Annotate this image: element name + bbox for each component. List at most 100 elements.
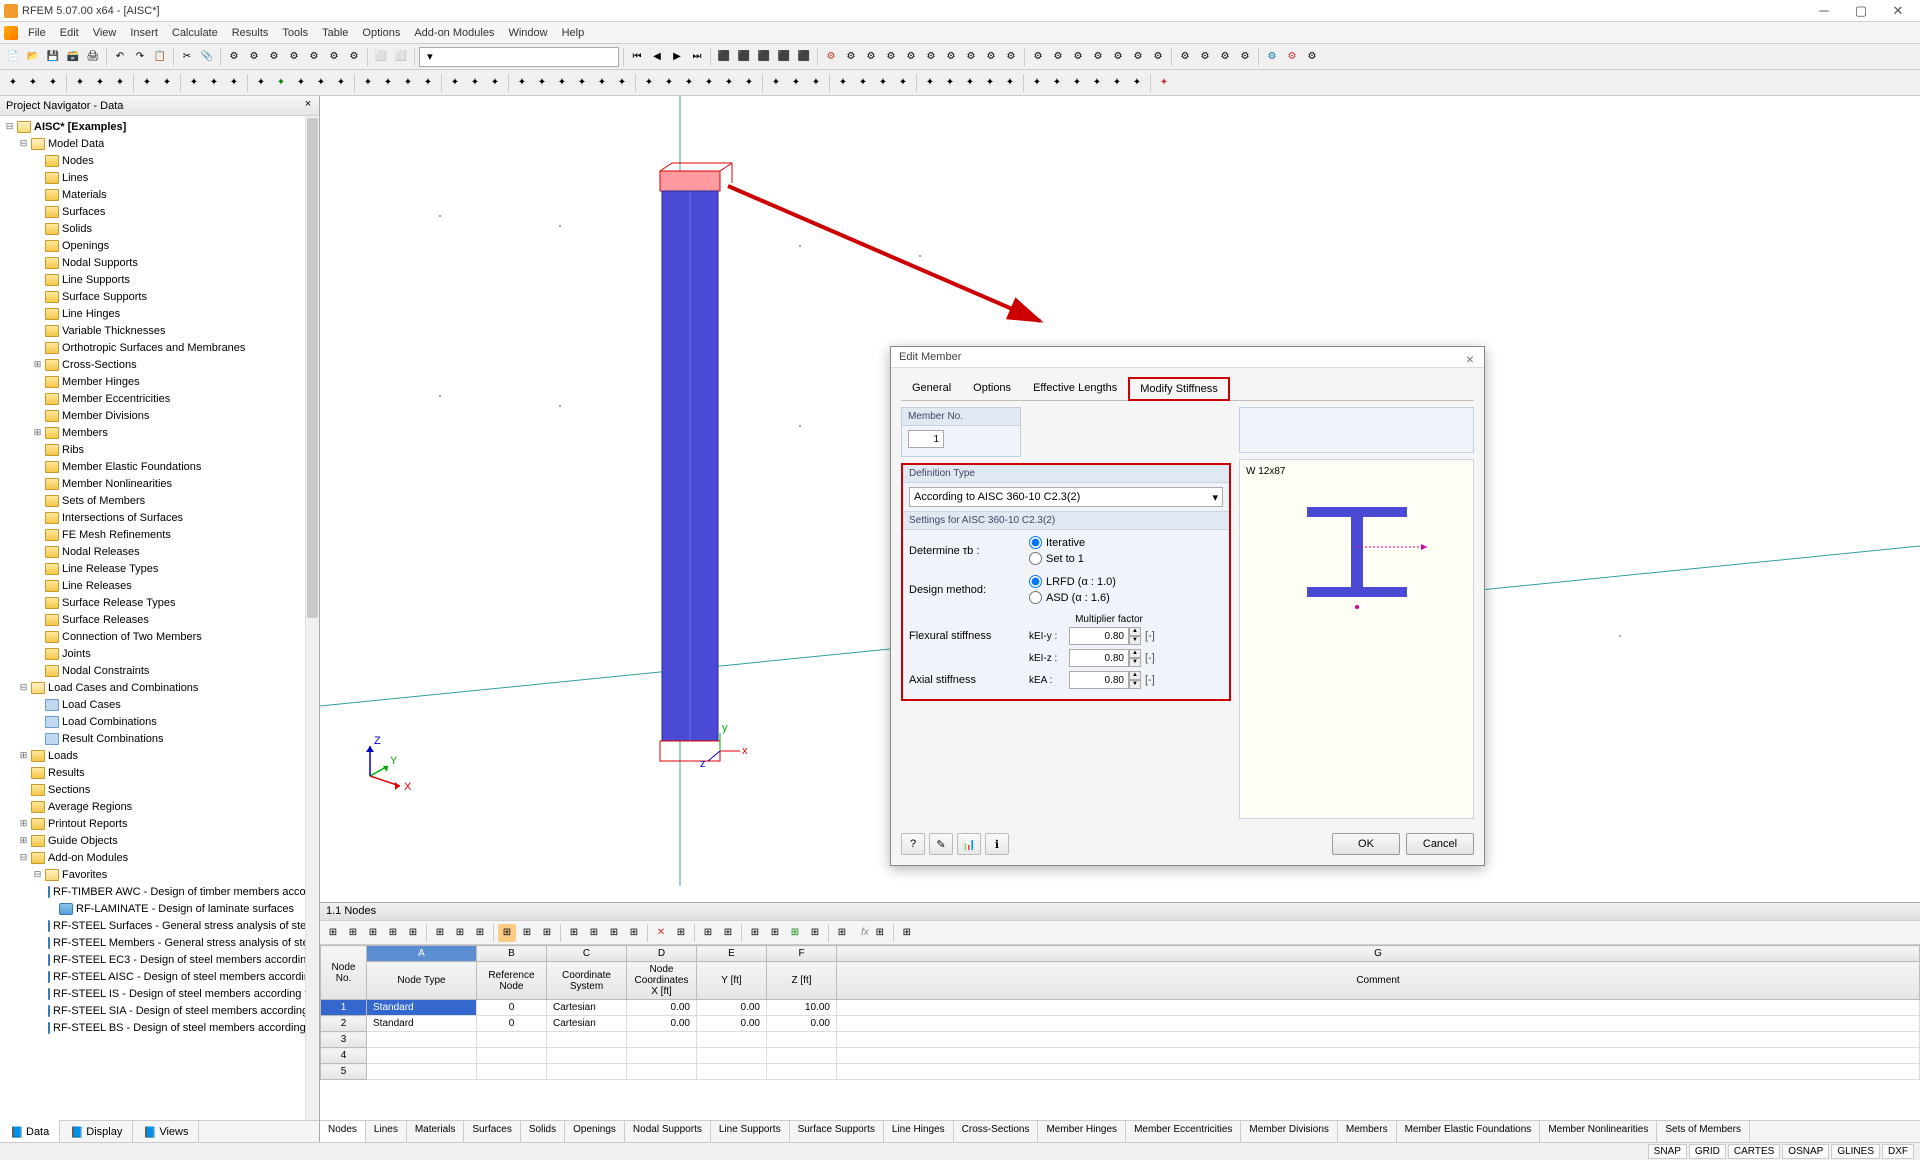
t2-d[interactable]: ✦ bbox=[71, 74, 89, 92]
spin-up-icon[interactable]: ▲ bbox=[1129, 627, 1141, 636]
radio-iterative[interactable] bbox=[1029, 536, 1042, 549]
statusbar-item[interactable]: OSNAP bbox=[1782, 1144, 1829, 1159]
t2-i[interactable]: ✦ bbox=[185, 74, 203, 92]
nav-tab-display[interactable]: 📘Display bbox=[60, 1121, 133, 1142]
expander-icon[interactable]: ⊟ bbox=[32, 869, 43, 880]
tool-b[interactable]: ⚙ bbox=[245, 48, 263, 66]
tree-item[interactable]: RF-STEEL SIA - Design of steel members a… bbox=[0, 1002, 319, 1019]
keiy-input[interactable] bbox=[1069, 627, 1129, 645]
tree-item[interactable]: ⊞Members bbox=[0, 424, 319, 441]
t2-an[interactable]: ✦ bbox=[854, 74, 872, 92]
tree-item[interactable]: RF-LAMINATE - Design of laminate surface… bbox=[0, 900, 319, 917]
expander-icon[interactable] bbox=[32, 512, 43, 523]
tool-s[interactable]: ⚙ bbox=[1002, 48, 1020, 66]
statusbar-item[interactable]: CARTES bbox=[1728, 1144, 1780, 1159]
nav-next[interactable]: ▶ bbox=[668, 48, 686, 66]
tree-item[interactable]: Member Eccentricities bbox=[0, 390, 319, 407]
menu-options[interactable]: Options bbox=[355, 24, 407, 42]
cancel-button[interactable]: Cancel bbox=[1406, 833, 1474, 855]
table-tab[interactable]: Cross-Sections bbox=[954, 1121, 1039, 1142]
tool-f[interactable]: ⚙ bbox=[325, 48, 343, 66]
radio-lrfd[interactable] bbox=[1029, 575, 1042, 588]
t2-r[interactable]: ✦ bbox=[379, 74, 397, 92]
t2-ab[interactable]: ✦ bbox=[593, 74, 611, 92]
tt-i[interactable]: ⊞ bbox=[498, 924, 516, 942]
t2-aq[interactable]: ✦ bbox=[921, 74, 939, 92]
table-row[interactable]: 1Standard0Cartesian0.000.0010.00 bbox=[321, 1000, 1920, 1016]
tool-ab[interactable]: ⚙ bbox=[1196, 48, 1214, 66]
tree-item[interactable]: ⊞Printout Reports bbox=[0, 815, 319, 832]
tool-n[interactable]: ⚙ bbox=[902, 48, 920, 66]
expander-icon[interactable]: ⊞ bbox=[18, 835, 29, 846]
expander-icon[interactable] bbox=[32, 614, 43, 625]
t2-at[interactable]: ✦ bbox=[981, 74, 999, 92]
tree-item[interactable]: Average Regions bbox=[0, 798, 319, 815]
print-icon[interactable]: 🖨 bbox=[84, 48, 102, 66]
t2-c[interactable]: ✦ bbox=[44, 74, 62, 92]
tool-l[interactable]: ⚙ bbox=[862, 48, 880, 66]
table-tab[interactable]: Members bbox=[1338, 1121, 1397, 1142]
radio-set-to-1[interactable] bbox=[1029, 552, 1042, 565]
nav-prev[interactable]: ◀ bbox=[648, 48, 666, 66]
tool-h[interactable]: ⬜ bbox=[372, 48, 390, 66]
t2-a[interactable]: ✦ bbox=[4, 74, 22, 92]
tt-h[interactable]: ⊞ bbox=[471, 924, 489, 942]
menu-view[interactable]: View bbox=[86, 24, 124, 42]
table-tab[interactable]: Nodes bbox=[320, 1121, 366, 1142]
tree-item[interactable]: Nodal Releases bbox=[0, 543, 319, 560]
t2-af[interactable]: ✦ bbox=[680, 74, 698, 92]
t2-ap[interactable]: ✦ bbox=[894, 74, 912, 92]
help-icon[interactable]: ? bbox=[901, 833, 925, 855]
nav-last[interactable]: ⏭ bbox=[688, 48, 706, 66]
table-tab[interactable]: Member Divisions bbox=[1241, 1121, 1337, 1142]
close-button[interactable]: ✕ bbox=[1880, 1, 1916, 21]
table-tab[interactable]: Solids bbox=[521, 1121, 565, 1142]
spin-up-icon[interactable]: ▲ bbox=[1129, 671, 1141, 680]
t2-az[interactable]: ✦ bbox=[1108, 74, 1126, 92]
expander-icon[interactable] bbox=[32, 223, 43, 234]
tree-item[interactable]: Line Supports bbox=[0, 271, 319, 288]
tree-item[interactable]: Load Combinations bbox=[0, 713, 319, 730]
tree-item[interactable]: Member Nonlinearities bbox=[0, 475, 319, 492]
tt-n[interactable]: ⊞ bbox=[605, 924, 623, 942]
expander-icon[interactable]: ⊟ bbox=[18, 682, 29, 693]
expander-icon[interactable] bbox=[32, 393, 43, 404]
expander-icon[interactable] bbox=[32, 546, 43, 557]
t2-s[interactable]: ✦ bbox=[399, 74, 417, 92]
tool-a[interactable]: ⚙ bbox=[225, 48, 243, 66]
tree-item[interactable]: Sections bbox=[0, 781, 319, 798]
menu-edit[interactable]: Edit bbox=[53, 24, 86, 42]
tt-w[interactable]: ⊞ bbox=[806, 924, 824, 942]
tt-u[interactable]: ⊞ bbox=[766, 924, 784, 942]
expander-icon[interactable] bbox=[32, 410, 43, 421]
copy-icon[interactable]: 📋 bbox=[151, 48, 169, 66]
tree-item[interactable]: Surface Supports bbox=[0, 288, 319, 305]
tool-z[interactable]: ⚙ bbox=[1149, 48, 1167, 66]
definition-type-combo[interactable]: According to AISC 360-10 C2.3(2)▾ bbox=[909, 487, 1223, 507]
table-row[interactable]: 3 bbox=[321, 1032, 1920, 1048]
tree-item[interactable]: Connection of Two Members bbox=[0, 628, 319, 645]
expander-icon[interactable]: ⊞ bbox=[18, 818, 29, 829]
tree-item[interactable]: Nodal Constraints bbox=[0, 662, 319, 679]
menu-window[interactable]: Window bbox=[501, 24, 554, 42]
tree-item[interactable]: ⊟Favorites bbox=[0, 866, 319, 883]
statusbar-item[interactable]: GRID bbox=[1689, 1144, 1726, 1159]
tree-item[interactable]: ⊟AISC* [Examples] bbox=[0, 118, 319, 135]
minimize-button[interactable]: ─ bbox=[1806, 1, 1842, 21]
t2-ak[interactable]: ✦ bbox=[787, 74, 805, 92]
t2-m[interactable]: ✦ bbox=[272, 74, 290, 92]
tool-af[interactable]: ⚙ bbox=[1283, 48, 1301, 66]
tool-p[interactable]: ⚙ bbox=[942, 48, 960, 66]
tree-item[interactable]: Member Elastic Foundations bbox=[0, 458, 319, 475]
t2-n[interactable]: ✦ bbox=[292, 74, 310, 92]
tree-item[interactable]: Result Combinations bbox=[0, 730, 319, 747]
tree-item[interactable]: Joints bbox=[0, 645, 319, 662]
nav-first[interactable]: ⏮ bbox=[628, 48, 646, 66]
tree-item[interactable]: RF-STEEL AISC - Design of steel members … bbox=[0, 968, 319, 985]
menu-results[interactable]: Results bbox=[225, 24, 276, 42]
tool-r[interactable]: ⚙ bbox=[982, 48, 1000, 66]
expander-icon[interactable]: ⊟ bbox=[18, 138, 29, 149]
loadcase-combo[interactable]: ▾ bbox=[419, 47, 619, 67]
t2-ad[interactable]: ✦ bbox=[640, 74, 658, 92]
table-tab[interactable]: Nodal Supports bbox=[625, 1121, 711, 1142]
